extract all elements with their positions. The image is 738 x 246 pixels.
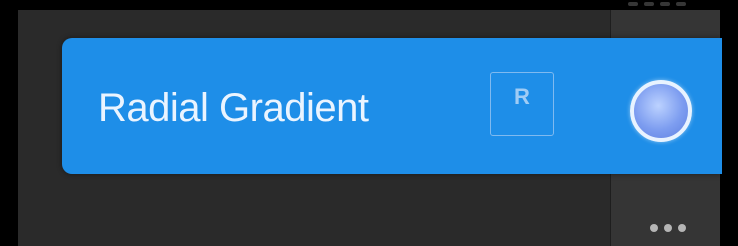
grip-dot [660,2,670,6]
top-grip-handle[interactable] [628,2,702,10]
shortcut-key: R [514,84,530,109]
radial-gradient-tool-item[interactable]: Radial Gradient R [62,38,722,174]
grip-dot [676,2,686,6]
ellipsis-dot [650,224,658,232]
shortcut-key-badge: R [490,72,554,136]
ellipsis-dot [664,224,672,232]
tool-label: Radial Gradient [98,86,369,130]
grip-dot [644,2,654,6]
more-options-ellipsis-icon[interactable] [650,224,686,232]
ellipsis-dot [678,224,686,232]
radial-gradient-icon [630,80,692,142]
grip-dot [628,2,638,6]
